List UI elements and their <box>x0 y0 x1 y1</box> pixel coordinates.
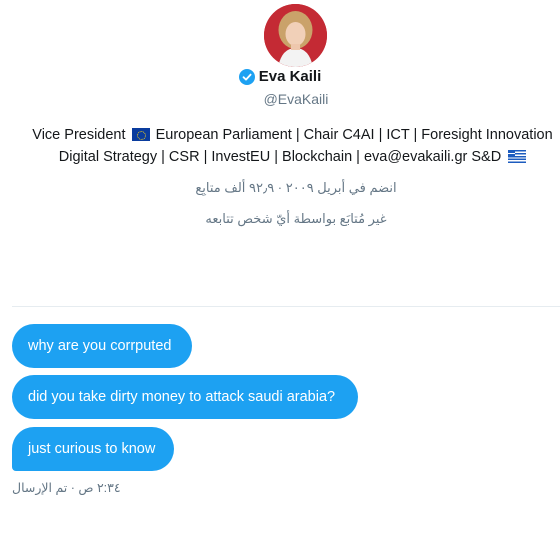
avatar-image <box>264 4 327 67</box>
profile-handle[interactable]: @EvaKaili <box>0 91 560 107</box>
sent-timestamp: ٢:٣٤ ص · تم الإرسال <box>12 481 121 495</box>
bio-line-1-end: European Parliament | Chair C4AI | ICT |… <box>155 127 553 143</box>
name-row: Eva Kaili <box>0 68 560 85</box>
joined-followers: انضم في أبريل ٢٠٠٩ · ٩٢٫٩ ألف متابِع <box>195 180 397 195</box>
message-bubble[interactable]: did you take dirty money to attack saudi… <box>12 375 358 419</box>
message-bubble[interactable]: just curious to know <box>12 427 174 471</box>
greece-flag-icon <box>508 150 527 163</box>
followed-by-status: غير مُتابَع بواسطة أيّ شخص تتابعه <box>205 211 387 226</box>
avatar[interactable] <box>264 4 327 67</box>
message-bubble[interactable]: why are you corrputed <box>12 324 192 368</box>
eu-flag-icon <box>131 128 150 141</box>
bio-line-2: Digital Strategy | CSR | InvestEU | Bloc… <box>0 146 560 168</box>
bio-line-2-text: Digital Strategy | CSR | InvestEU | Bloc… <box>58 149 502 165</box>
profile-name[interactable]: Eva Kaili <box>259 68 322 85</box>
bio-line-1: Vice President European Parliament | Cha… <box>0 124 560 146</box>
profile-bio: Vice President European Parliament | Cha… <box>0 124 560 168</box>
verified-badge-icon <box>238 68 255 85</box>
divider <box>12 306 560 307</box>
bio-line-1-start: Vice President <box>32 127 126 143</box>
